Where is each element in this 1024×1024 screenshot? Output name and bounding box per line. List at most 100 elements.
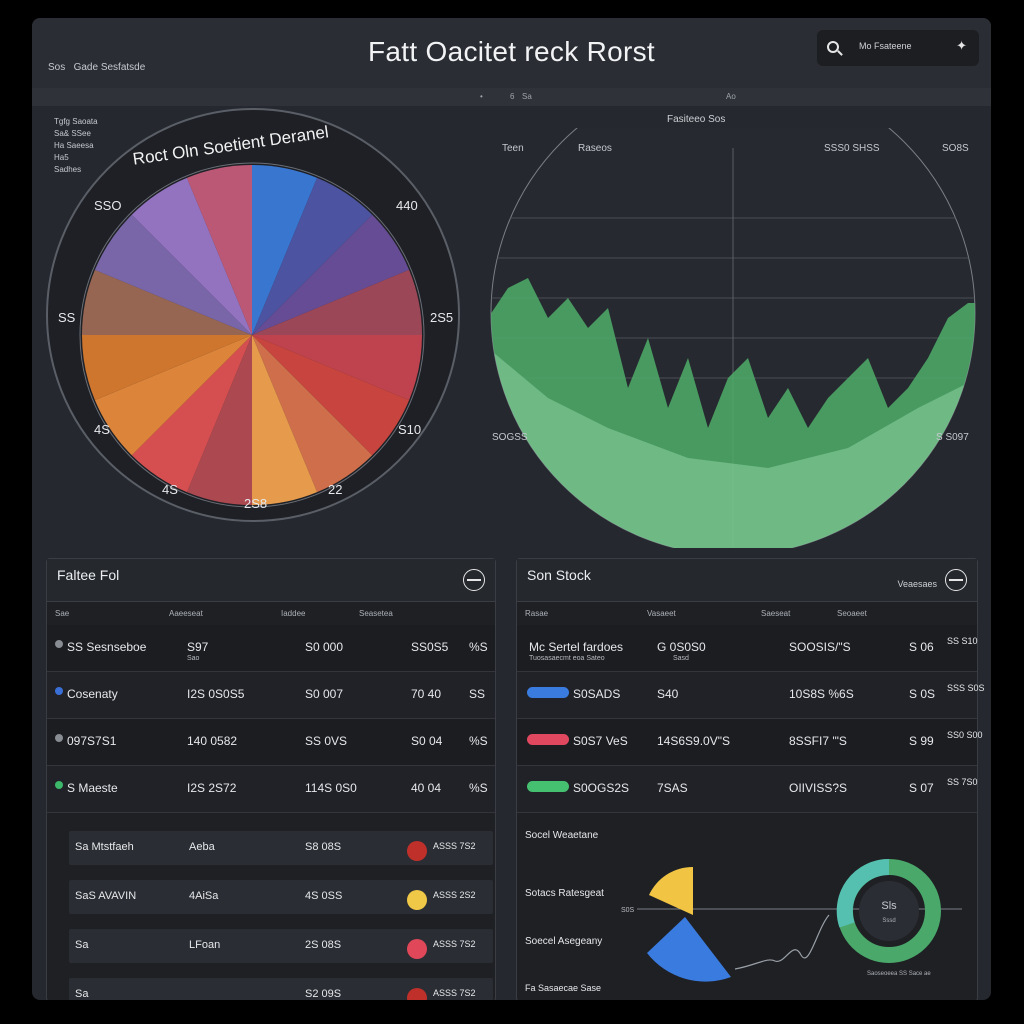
pie-label: 2S8 [244, 496, 268, 511]
cell: S 0S [909, 687, 936, 701]
mini-charts[interactable]: S0S Sls Sssd Saoseoeea SS Sace ae [517, 789, 977, 989]
cell: Mc Sertel fardoes [529, 640, 624, 654]
list-item[interactable]: Sa S2 09S ASSS 7S2 [69, 978, 493, 1000]
cell-sub: Sasd [673, 655, 689, 662]
cell: 14S6S9.0V"S [657, 734, 730, 748]
list-item[interactable]: SaS AVAVIN 4AiSa 4S 0SS ASSS 2S2 [69, 880, 493, 914]
row-status-dot [55, 640, 63, 648]
mini-pie-slice [647, 917, 731, 982]
right-panel-tag: Veaesaes [897, 579, 937, 589]
cell: Sa [75, 988, 89, 1000]
row-status-dot [55, 687, 63, 695]
left-table-header: Sae Aaeeseat Iaddee Seasetea [47, 601, 495, 625]
axis-label: S0S [621, 907, 635, 914]
collapse-icon[interactable] [945, 569, 967, 591]
area-label: Raseos [578, 143, 612, 154]
cell: I2S 2S72 [187, 781, 237, 795]
col-header: Iaddee [281, 609, 306, 618]
cell: 8SSFI7 '"S [789, 734, 847, 748]
cell: SS0 S00 [947, 730, 983, 740]
col-header: Aaeeseat [169, 609, 203, 618]
right-panel: Son Stock Veaesaes Rasae Vasaeet Saeseat… [516, 558, 985, 1000]
col-header: Seasetea [359, 609, 393, 618]
pie-chart[interactable] [32, 98, 472, 538]
search-text: Mo Fsateene [859, 41, 912, 51]
cell: SS0S5 [411, 640, 449, 654]
cell: Aeba [189, 841, 215, 853]
pie-label: S10 [398, 422, 422, 437]
cell: S 06 [909, 640, 934, 654]
donut-center-label: Sls [881, 900, 897, 912]
table-row[interactable]: S0SADS S40 10S8S %6S S 0S SSS S0S [517, 672, 985, 719]
cell: %S [469, 734, 488, 748]
trend-line [734, 914, 830, 970]
settings-icon[interactable]: ✦ [956, 38, 967, 54]
area-label: S S097 [936, 432, 969, 443]
right-panel-title: Son Stock [527, 567, 591, 583]
col-header: Seoaeet [837, 609, 867, 618]
area-label: SSS0 SHSS [824, 143, 880, 154]
left-panel-header: Faltee Fol [47, 559, 495, 602]
cell-sub: Sao [187, 655, 200, 662]
cell: Sa Mtstfaeh [75, 841, 134, 853]
cell: 097S7S1 [67, 734, 117, 748]
area-label: Teen [502, 143, 524, 154]
collapse-icon[interactable] [463, 569, 485, 591]
table-row[interactable]: Mc Sertel fardoes Tuosasaecmt eoa Sateo … [517, 625, 978, 672]
list-item[interactable]: Sa LFoan 2S 08S ASSS 7S2 [69, 929, 493, 963]
right-panel-header: Son Stock Veaesaes [517, 559, 977, 602]
cell: %S [469, 640, 488, 654]
cell: %S [469, 781, 488, 795]
cell: S0S7 VeS [573, 734, 628, 748]
search-icon[interactable] [827, 41, 839, 53]
col-header: Saeseat [761, 609, 791, 618]
cell: ASSS 2S2 [433, 890, 476, 900]
title-bar: Sos Gade Sesfatsde Fatt Oacitet reck Ror… [32, 18, 991, 88]
area-title: Fasiteeo Sos [667, 114, 726, 125]
cell: 114S 0S0 [305, 781, 357, 795]
cell: LFoan [189, 939, 221, 951]
table-row[interactable]: 097S7S1 140 0582 SS 0VS S0 04 %S [47, 719, 495, 766]
area-label: SOGSS [492, 432, 528, 443]
cell: S0SADS [573, 687, 621, 701]
col-header: Sae [55, 609, 70, 618]
left-panel: Faltee Fol Sae Aaeeseat Iaddee Seasetea … [46, 558, 496, 1000]
table-row[interactable]: S0S7 VeS 14S6S9.0V"S 8SSFI7 '"S S 99 SS0… [517, 719, 983, 766]
pie-label: 4S [162, 482, 178, 497]
donut-sub-label: Sssd [882, 918, 895, 924]
search-box[interactable]: Mo Fsateene ✦ [817, 30, 979, 66]
cell: SS Sesnseboe [67, 640, 147, 654]
cell: 4AiSa [189, 890, 219, 902]
cell: 140 0582 [187, 734, 238, 748]
status-dot [407, 890, 427, 910]
cell: Cosenaty [67, 687, 118, 701]
area-chart[interactable] [488, 128, 978, 548]
status-dot [407, 841, 427, 861]
cell-sub: Tuosasaecmt eoa Sateo [529, 655, 605, 662]
subbar-dot: • [480, 92, 483, 101]
pie-label: 4S [94, 422, 110, 437]
status-dot [407, 988, 427, 1000]
mini-pie-slice [649, 866, 693, 915]
pie-label: SSO [94, 198, 122, 213]
subbar-item-2[interactable]: Sa [522, 92, 532, 101]
cell: ASSS 7S2 [433, 939, 476, 949]
row-status-dot [55, 781, 63, 789]
cell: SaS AVAVIN [75, 890, 137, 902]
col-header: Vasaeet [647, 609, 676, 618]
subbar-item-3[interactable]: Ao [726, 92, 736, 101]
pie-label: 2S5 [430, 310, 454, 325]
cell: SS 0VS [305, 734, 348, 748]
donut-foot-label: Saoseoeea SS Sace ae [867, 971, 931, 977]
subbar-item-1[interactable]: 6 [510, 92, 514, 101]
cell: S Maeste [67, 781, 118, 795]
table-row[interactable]: S Maeste I2S 2S72 114S 0S0 40 04 %S [47, 766, 495, 813]
row-status-dot [55, 734, 63, 742]
cell: S2 09S [305, 988, 342, 1000]
list-item[interactable]: Sa Mtstfaeh Aeba S8 08S ASSS 7S2 [69, 831, 493, 865]
table-row[interactable]: SS Sesnseboe S97 Sao S0 000 SS0S5 %S [47, 625, 495, 672]
cell: 40 04 [411, 781, 442, 795]
cell: S 99 [909, 734, 934, 748]
cell: SS [469, 687, 486, 701]
table-row[interactable]: Cosenaty I2S 0S0S5 S0 007 70 40 SS [47, 672, 495, 719]
